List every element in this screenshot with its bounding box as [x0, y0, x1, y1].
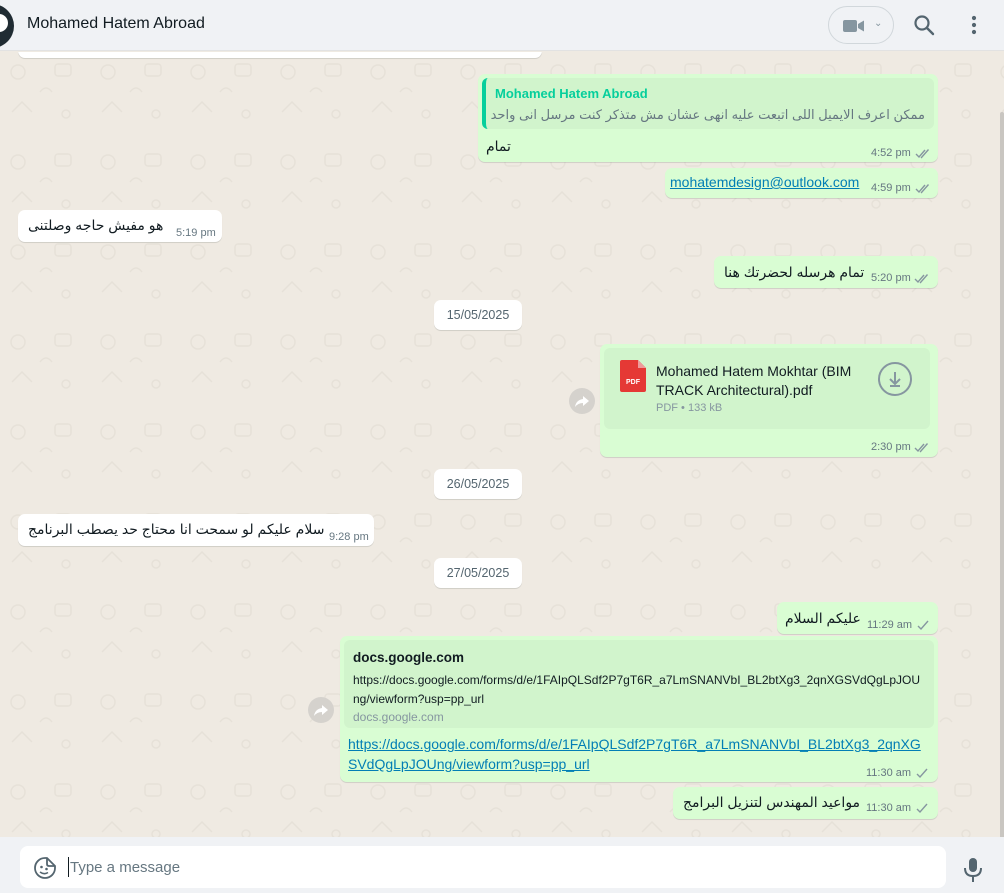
- message-time: 5:19 pm: [176, 227, 216, 239]
- message-link[interactable]: https://docs.google.com/forms/d/e/1FAIpQ…: [348, 734, 928, 774]
- message-input[interactable]: [70, 853, 920, 881]
- message-composer[interactable]: [20, 846, 946, 888]
- download-button[interactable]: [878, 362, 912, 396]
- double-check-icon: [915, 184, 930, 194]
- message-bubble-outgoing[interactable]: مواعيد المهندس لتنزيل البرامج 11:30 am: [673, 787, 938, 819]
- message-time: 5:20 pm: [871, 272, 911, 284]
- single-check-icon: [916, 803, 928, 814]
- video-call-button[interactable]: ⌄: [828, 6, 894, 44]
- message-text: مواعيد المهندس لتنزيل البرامج: [683, 794, 861, 810]
- message-bubble-outgoing[interactable]: عليكم السلام 11:29 am: [777, 602, 938, 634]
- double-check-icon: [914, 443, 929, 453]
- pdf-icon: PDF: [620, 360, 646, 392]
- message-bubble-outgoing[interactable]: mohatemdesign@outlook.com 4:59 pm: [665, 168, 938, 198]
- message-bubble-incoming[interactable]: سلام عليكم لو سمحت انا محتاج حد يصطب الب…: [18, 514, 374, 546]
- date-separator: 27/05/2025: [434, 558, 522, 588]
- message-bubble-outgoing[interactable]: PDF Mohamed Hatem Mokhtar (BIM TRACK Arc…: [600, 344, 938, 457]
- message-time: 4:52 pm: [871, 147, 911, 159]
- forward-icon: [314, 705, 328, 716]
- mic-icon[interactable]: [963, 857, 983, 883]
- contact-avatar[interactable]: [0, 4, 14, 48]
- message-time: 9:28 pm: [329, 531, 369, 543]
- message-text: تمام: [486, 138, 511, 154]
- message-text: سلام عليكم لو سمحت انا محتاج حد يصطب الب…: [28, 521, 325, 537]
- double-check-icon: [914, 274, 929, 284]
- file-meta: PDF • 133 kB: [656, 402, 723, 414]
- message-text: عليكم السلام: [785, 610, 861, 626]
- download-icon: [889, 372, 901, 387]
- pdf-icon-label: PDF: [626, 379, 641, 386]
- video-call-icon: [843, 20, 864, 32]
- single-check-icon: [917, 620, 929, 631]
- sticker-icon[interactable]: [34, 857, 56, 879]
- menu-icon[interactable]: [964, 13, 984, 37]
- message-bubble-outgoing[interactable]: Mohamed Hatem Abroad ممكن اعرف الايميل ا…: [478, 74, 938, 162]
- message-time: 11:29 am: [867, 619, 913, 631]
- link-preview-title: docs.google.com: [353, 650, 465, 665]
- message-list[interactable]: Mohamed Hatem Abroad ممكن اعرف الايميل ا…: [0, 52, 1004, 837]
- forward-button[interactable]: [569, 388, 595, 414]
- link-preview[interactable]: docs.google.com https://docs.google.com/…: [344, 640, 934, 728]
- chat-scrollbar[interactable]: [1000, 112, 1004, 837]
- quoted-message[interactable]: Mohamed Hatem Abroad ممكن اعرف الايميل ا…: [482, 78, 934, 129]
- message-time: 2:30 pm: [871, 441, 911, 453]
- document-attachment[interactable]: PDF Mohamed Hatem Mokhtar (BIM TRACK Arc…: [604, 348, 930, 429]
- text-caret: [68, 857, 69, 877]
- date-separator: 15/05/2025: [434, 300, 522, 330]
- message-time: 11:30 am: [866, 802, 912, 814]
- composer-bar: [0, 837, 1004, 893]
- quoted-text: ممكن اعرف الايميل اللى اتبعت عليه انهى ع…: [490, 107, 925, 122]
- message-text: هو مفيش حاجه وصلتنى: [28, 217, 164, 233]
- message-time: 11:30 am: [866, 767, 912, 779]
- forward-button[interactable]: [308, 697, 334, 723]
- chat-header: Mohamed Hatem Abroad ⌄: [0, 0, 1004, 51]
- email-link[interactable]: mohatemdesign@outlook.com: [670, 174, 859, 190]
- message-text: تمام هرسله لحضرتك هنا: [724, 264, 865, 280]
- chevron-down-icon: ⌄: [874, 18, 883, 29]
- link-preview-domain: docs.google.com: [353, 710, 444, 724]
- message-bubble-incoming[interactable]: هو مفيش حاجه وصلتنى 5:19 pm: [18, 210, 222, 242]
- message-bubble-outgoing[interactable]: تمام هرسله لحضرتك هنا 5:20 pm: [714, 256, 938, 288]
- message-bubble-outgoing[interactable]: docs.google.com https://docs.google.com/…: [340, 636, 938, 782]
- double-check-icon: [915, 149, 930, 159]
- file-name: Mohamed Hatem Mokhtar (BIM TRACK Archite…: [656, 363, 852, 398]
- search-icon[interactable]: [913, 14, 935, 36]
- date-separator: 26/05/2025: [434, 469, 522, 499]
- contact-name[interactable]: Mohamed Hatem Abroad: [27, 15, 205, 33]
- message-time: 4:59 pm: [871, 182, 911, 194]
- single-check-icon: [916, 768, 928, 779]
- quoted-author: Mohamed Hatem Abroad: [495, 86, 648, 101]
- forward-icon: [575, 396, 589, 407]
- message-bubble-partial[interactable]: [18, 52, 542, 58]
- link-preview-description: https://docs.google.com/forms/d/e/1FAIpQ…: [353, 673, 920, 706]
